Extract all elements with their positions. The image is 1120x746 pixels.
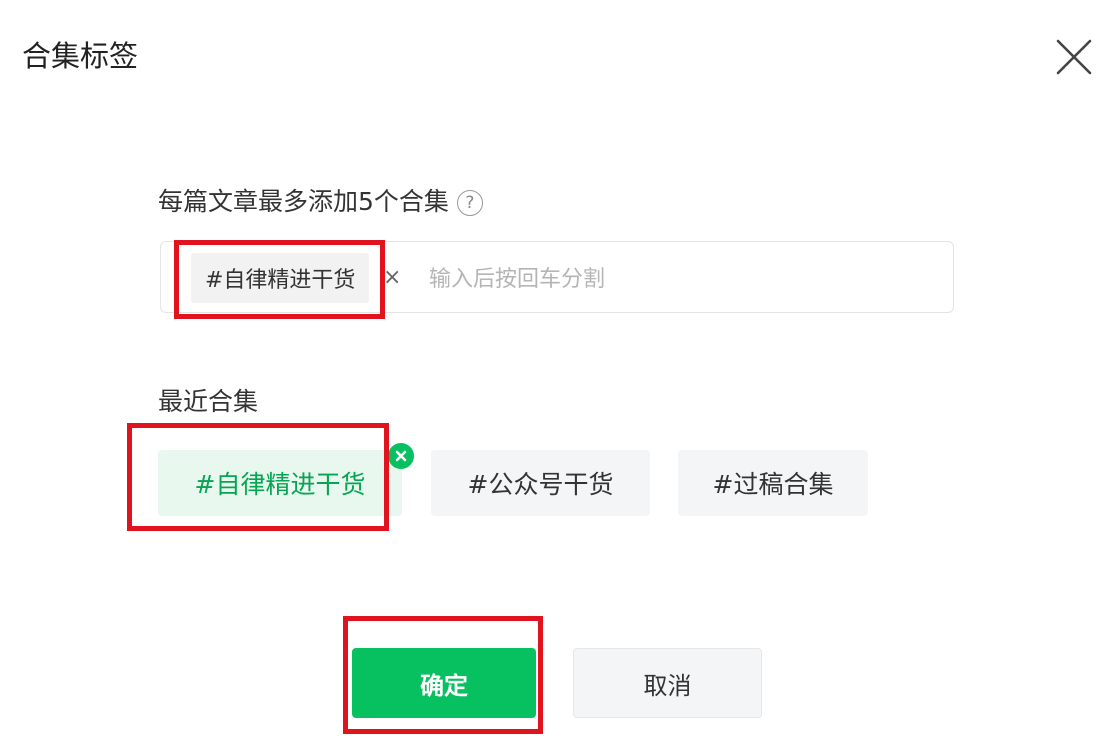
recent-collection-3[interactable]: #过稿合集 xyxy=(678,450,868,516)
deselect-badge-icon[interactable] xyxy=(388,443,414,469)
recent-collection-label: #自律精进干货 xyxy=(194,470,366,499)
remove-tag-icon[interactable]: × xyxy=(383,264,401,292)
tag-text-input[interactable] xyxy=(427,259,931,299)
question-circle-icon[interactable]: ? xyxy=(456,190,483,216)
collection-tags-dialog: 合集标签 每篇文章最多添加5个合集? #自律精进干货 × 最近合集 #自律精进干… xyxy=(0,0,1120,746)
recent-collection-1[interactable]: #自律精进干货 xyxy=(158,450,402,516)
recent-collection-label: #公众号干货 xyxy=(467,470,614,499)
max-collections-text: 每篇文章最多添加5个合集 xyxy=(158,187,449,216)
cancel-label: 取消 xyxy=(643,671,692,700)
recent-collection-label: #过稿合集 xyxy=(712,470,834,499)
confirm-label: 确定 xyxy=(420,671,468,700)
close-button[interactable] xyxy=(1052,35,1096,79)
selected-tag-label: #自律精进干货 xyxy=(205,268,356,293)
close-mark xyxy=(395,450,407,462)
confirm-button[interactable]: 确定 xyxy=(352,648,536,718)
max-collections-label: 每篇文章最多添加5个合集? xyxy=(158,185,483,219)
selected-tag-chip: #自律精进干货 xyxy=(191,253,370,303)
tag-input-box[interactable]: #自律精进干货 × xyxy=(160,241,954,313)
close-icon xyxy=(1056,39,1092,75)
cancel-button[interactable]: 取消 xyxy=(573,648,762,718)
recent-collection-2[interactable]: #公众号干货 xyxy=(431,450,650,516)
dialog-title: 合集标签 xyxy=(22,39,139,73)
recent-collections-label: 最近合集 xyxy=(158,387,259,416)
